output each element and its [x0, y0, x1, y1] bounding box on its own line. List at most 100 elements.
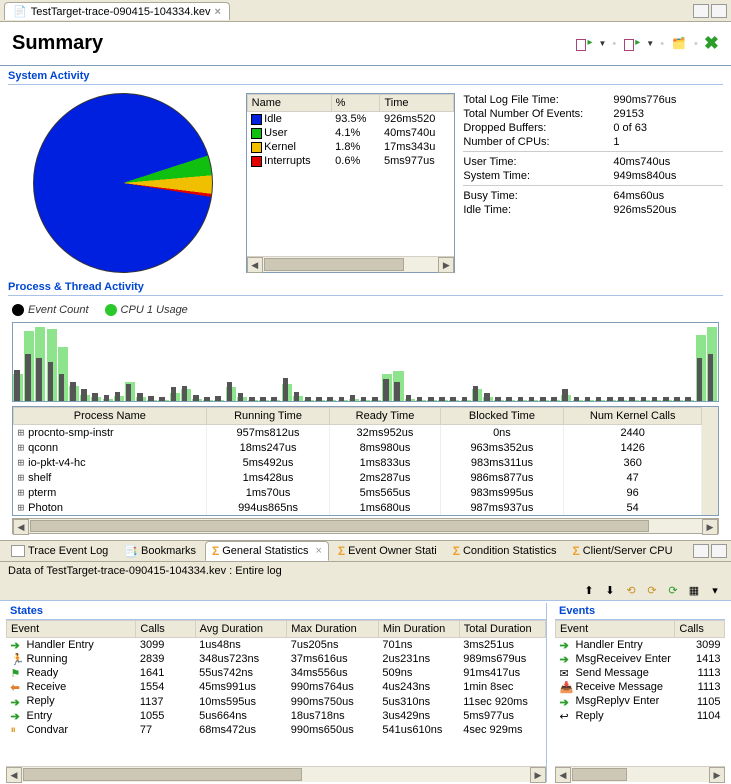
expand-icon[interactable]: ⊞: [18, 426, 25, 439]
tab-bookmarks[interactable]: 📑Bookmarks: [117, 542, 203, 561]
pie-row[interactable]: Idle93.5%926ms520: [247, 112, 454, 127]
props-icon[interactable]: 🗂️: [670, 35, 688, 53]
event-bar: [708, 354, 714, 401]
scroll-right-icon[interactable]: ▶: [438, 257, 454, 273]
table-row[interactable]: ➔MsgReplyv Enter1105: [556, 694, 725, 708]
arrow-right-icon: ➔: [560, 639, 574, 651]
col-max[interactable]: Max Duration: [287, 621, 379, 638]
table-icon[interactable]: ▦: [686, 582, 702, 598]
file-tab[interactable]: 📄 TestTarget-trace-090415-104334.kev ×: [4, 2, 230, 20]
col-pct[interactable]: %: [331, 95, 380, 112]
col-kernel[interactable]: Num Kernel Calls: [564, 408, 702, 425]
table-row[interactable]: ⏸Condvar7768ms472us990ms650us541us610ns4…: [7, 723, 546, 737]
chevron-down-icon[interactable]: ▼: [598, 39, 606, 48]
table-row[interactable]: ⊞qconn18ms247us8ms980us963ms352us1426: [14, 440, 702, 455]
col-avg[interactable]: Avg Duration: [195, 621, 287, 638]
col-event[interactable]: Event: [556, 621, 675, 638]
arrow-left-icon: ⬅: [11, 681, 25, 693]
table-row[interactable]: ⊞procnto-smp-instr957ms812us32ms952us0ns…: [14, 425, 702, 441]
col-calls[interactable]: Calls: [675, 621, 725, 638]
minimize-icon[interactable]: [693, 544, 709, 558]
scroll-left-icon[interactable]: ◀: [555, 767, 571, 783]
pie-row[interactable]: Interrupts0.6%5ms977us: [247, 154, 454, 168]
maximize-icon[interactable]: [711, 4, 727, 18]
event-bar: [383, 379, 389, 401]
table-row[interactable]: ⚑Ready164155us742ns34ms556us509ns91ms417…: [7, 666, 546, 680]
table-row[interactable]: ➔Reply113710ms595us990ms750us5us310ns11s…: [7, 694, 546, 708]
event-count-swatch: [12, 304, 24, 316]
event-bar: [372, 397, 378, 401]
col-min[interactable]: Min Duration: [378, 621, 459, 638]
close-icon[interactable]: ×: [315, 545, 321, 557]
pie-row[interactable]: Kernel1.8%17ms343u: [247, 140, 454, 154]
event-bar: [327, 397, 333, 401]
down-icon[interactable]: ⬇: [602, 582, 618, 598]
event-bar: [641, 397, 647, 401]
scroll-right-icon[interactable]: ▶: [530, 767, 546, 783]
table-row[interactable]: ➔MsgReceivev Enter1413: [556, 652, 725, 666]
table-row[interactable]: ➔Entry10555us664ns18us718ns3us429ns5ms97…: [7, 709, 546, 723]
close-icon[interactable]: ×: [214, 6, 220, 18]
table-row[interactable]: ⊞Photon994us865ns1ms680us987ms937us54: [14, 500, 702, 515]
horizontal-scrollbar[interactable]: ◀ ▶: [12, 518, 719, 534]
expand-icon[interactable]: ⊞: [18, 441, 25, 454]
event-bar: [540, 397, 546, 401]
col-total[interactable]: Total Duration: [459, 621, 545, 638]
stat-row: Total Log File Time:990ms776us: [463, 93, 723, 107]
close-view-icon[interactable]: ✖: [704, 33, 719, 54]
tab-condition-stats[interactable]: ΣCondition Statistics: [446, 541, 564, 561]
pie-row[interactable]: User4.1%40ms740u: [247, 126, 454, 140]
horizontal-scrollbar[interactable]: ◀ ▶: [247, 256, 455, 272]
minimize-icon[interactable]: [693, 4, 709, 18]
expand-icon[interactable]: ⊞: [18, 471, 25, 484]
next-icon[interactable]: ⟳: [644, 582, 660, 598]
tab-trace-log[interactable]: Trace Event Log: [4, 542, 115, 560]
vertical-scrollbar[interactable]: [702, 407, 718, 515]
table-row[interactable]: 📥Receive Message1113: [556, 680, 725, 694]
maximize-icon[interactable]: [711, 544, 727, 558]
col-calls[interactable]: Calls: [136, 621, 195, 638]
table-row[interactable]: ⊞io-pkt-v4-hc5ms492us1ms833us983ms311us3…: [14, 455, 702, 470]
expand-icon[interactable]: ⊞: [18, 501, 25, 514]
expand-icon[interactable]: ⊞: [18, 456, 25, 469]
scroll-left-icon[interactable]: ◀: [247, 257, 263, 273]
scroll-right-icon[interactable]: ▶: [709, 767, 725, 783]
tab-general-stats[interactable]: ΣGeneral Statistics×: [205, 541, 329, 561]
scroll-right-icon[interactable]: ▶: [702, 519, 718, 535]
chevron-down-icon[interactable]: ▼: [646, 39, 654, 48]
table-row[interactable]: 🏃Running2839348us723ns37ms616us2us231ns9…: [7, 652, 546, 666]
stat-label: User Time:: [463, 156, 613, 168]
table-row[interactable]: ⊞pterm1ms70us5ms565us983ms995us96: [14, 485, 702, 500]
col-ready[interactable]: Ready Time: [330, 408, 440, 425]
table-row[interactable]: ⊞shelf1ms428us2ms287us986ms877us47: [14, 470, 702, 485]
col-event[interactable]: Event: [7, 621, 136, 638]
scroll-left-icon[interactable]: ◀: [13, 519, 29, 535]
col-name[interactable]: Name: [247, 95, 331, 112]
up-icon[interactable]: ⬆: [581, 582, 597, 598]
table-row[interactable]: ↩Reply1104: [556, 709, 725, 723]
event-bar: [450, 397, 456, 401]
prev-icon[interactable]: ⟲: [623, 582, 639, 598]
scroll-left-icon[interactable]: ◀: [6, 767, 22, 783]
tab-client-server[interactable]: ΣClient/Server CPU: [566, 541, 680, 561]
menu-icon[interactable]: ▾: [707, 582, 723, 598]
condvar-icon: ⏸: [11, 724, 25, 736]
table-row[interactable]: ➔Handler Entry3099: [556, 638, 725, 653]
col-time[interactable]: Time: [380, 95, 454, 112]
horizontal-scrollbar[interactable]: ◀ ▶: [555, 766, 725, 782]
table-row[interactable]: ⬅Receive155445ms991us990ms764us4us243ns1…: [7, 680, 546, 694]
horizontal-scrollbar[interactable]: ◀ ▶: [6, 766, 546, 782]
col-process-name[interactable]: Process Name: [14, 408, 207, 425]
tab-event-owner[interactable]: ΣEvent Owner Stati: [331, 541, 444, 561]
stat-row: System Time:949ms840us: [463, 169, 723, 183]
activity-chart[interactable]: [12, 322, 719, 402]
expand-icon[interactable]: ⊞: [18, 486, 25, 499]
col-blocked[interactable]: Blocked Time: [440, 408, 564, 425]
col-running[interactable]: Running Time: [206, 408, 330, 425]
export-icon[interactable]: [574, 35, 592, 53]
table-row[interactable]: ✉Send Message1113: [556, 666, 725, 680]
import-icon[interactable]: [622, 35, 640, 53]
event-bar: [339, 397, 345, 401]
table-row[interactable]: ➔Handler Entry30991us48ns7us205ns701ns3m…: [7, 638, 546, 653]
refresh-icon[interactable]: ⟳: [665, 582, 681, 598]
